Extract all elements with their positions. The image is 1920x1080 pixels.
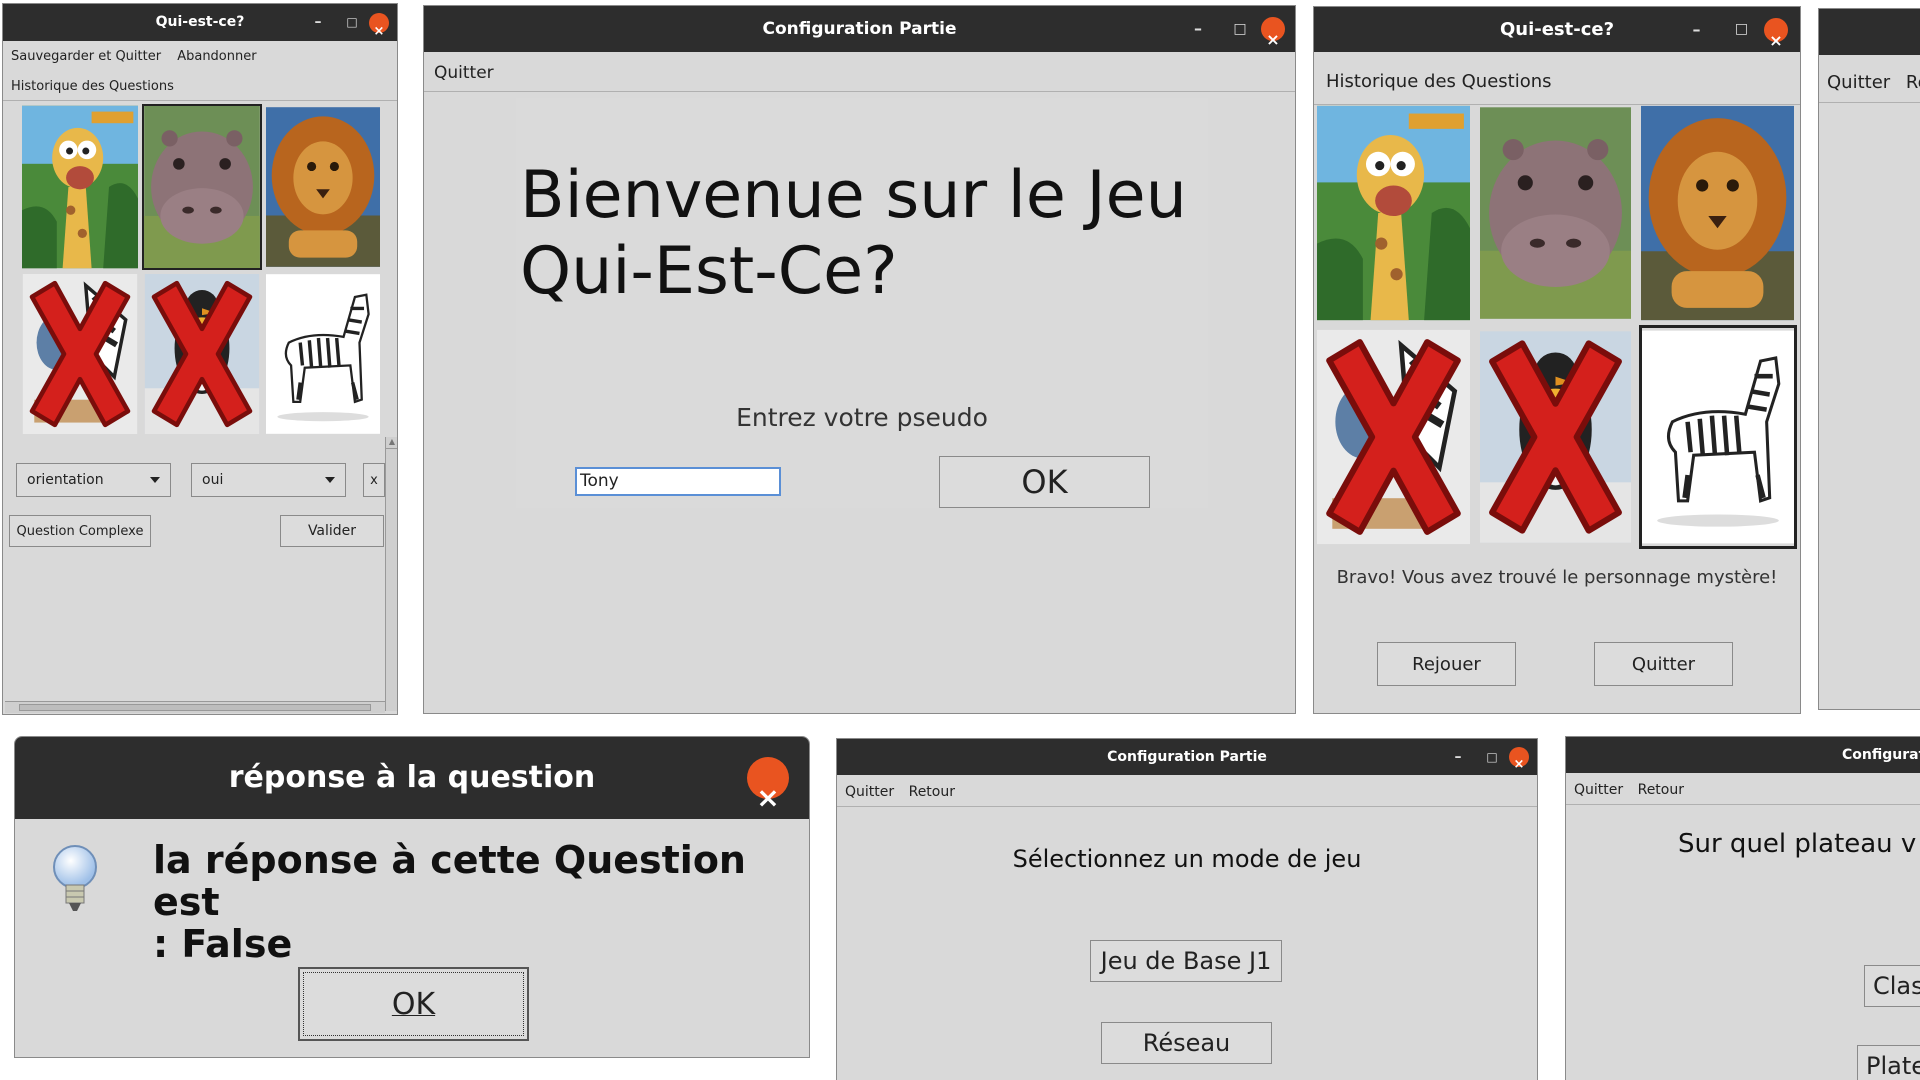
titlebar xyxy=(1819,9,1920,55)
titlebar: Qui-est-ce? – □ × xyxy=(1314,7,1800,52)
menu-quit[interactable]: Quitter xyxy=(845,784,894,800)
cross-icon xyxy=(22,274,138,434)
menu-return[interactable]: Retour xyxy=(909,784,955,800)
menubar: Quitter Retour xyxy=(1566,773,1920,805)
minimize-icon[interactable]: – xyxy=(1674,7,1719,52)
game-window-left: Qui-est-ce? – □ × Sauvegarder et Quitter… xyxy=(2,3,398,715)
card-penguin[interactable] xyxy=(144,274,260,434)
horizontal-scrollbar[interactable] xyxy=(5,701,385,713)
close-icon[interactable]: × xyxy=(1261,17,1285,49)
cross-icon xyxy=(1480,327,1631,547)
chevron-down-icon xyxy=(325,477,335,483)
titlebar: Qui-est-ce? – □ × xyxy=(3,4,397,41)
menu-history[interactable]: Historique des Questions xyxy=(11,79,174,94)
close-icon[interactable]: × xyxy=(1509,747,1529,772)
menu-save-quit[interactable]: Sauvegarder et Quitter xyxy=(11,49,161,64)
clear-button[interactable]: x xyxy=(363,463,385,497)
board-classic-button[interactable]: Clas xyxy=(1864,965,1920,1007)
config-mode-window: Configuration Partie – □ × Quitter Retou… xyxy=(836,738,1538,1080)
card-lion[interactable] xyxy=(1641,105,1794,321)
config-pseudo-window: Configuration Partie – □ × Quitter Bienv… xyxy=(423,5,1296,714)
minimize-icon[interactable]: – xyxy=(1177,6,1219,52)
titlebar: Configuration Partie – □ × xyxy=(837,739,1537,775)
card-zebra-cartoon[interactable] xyxy=(1317,327,1470,547)
menu-quit[interactable]: Quitter xyxy=(434,63,494,83)
pseudo-input[interactable]: Tony xyxy=(575,467,781,496)
chevron-down-icon xyxy=(150,477,160,483)
menubar: Quitter xyxy=(424,52,1295,92)
close-icon[interactable]: × xyxy=(1764,17,1788,50)
config-board-window: Configurati Quitter Retour Sur quel plat… xyxy=(1565,736,1920,1080)
cross-icon xyxy=(1317,327,1470,547)
titlebar: Configurati xyxy=(1566,737,1920,773)
card-zebra[interactable] xyxy=(266,274,380,434)
answer-dialog: réponse à la question × la réponse à cet… xyxy=(14,736,810,1058)
board-plateau-button[interactable]: Platea xyxy=(1857,1045,1920,1080)
cross-icon xyxy=(144,274,260,434)
window-title: Configuration Partie xyxy=(1107,749,1267,765)
menubar: Sauvegarder et Quitter Abandonner xyxy=(3,41,397,71)
window-title: Configuration Partie xyxy=(762,19,957,39)
welcome-title: Bienvenue sur le Jeu Qui-Est-Ce? xyxy=(520,158,1187,309)
menubar: Quitter Re xyxy=(1819,55,1920,103)
mode-prompt: Sélectionnez un mode de jeu xyxy=(1012,845,1362,873)
menu-return[interactable]: Retour xyxy=(1638,782,1684,798)
attribute-select[interactable]: orientation xyxy=(16,463,171,497)
ok-button[interactable]: OK xyxy=(298,967,529,1041)
lightbulb-icon xyxy=(53,845,97,911)
menu-history[interactable]: Historique des Questions xyxy=(1326,71,1552,92)
menu-return[interactable]: Re xyxy=(1906,72,1920,93)
mode-base-button[interactable]: Jeu de Base J1 xyxy=(1090,940,1282,982)
window-title: Configurati xyxy=(1842,747,1920,763)
maximize-icon[interactable]: □ xyxy=(1475,739,1509,775)
card-zebra-mystery[interactable] xyxy=(1639,325,1797,549)
validate-button[interactable]: Valider xyxy=(280,515,384,547)
pseudo-label: Entrez votre pseudo xyxy=(736,403,988,432)
board-prompt: Sur quel plateau v xyxy=(1678,829,1917,859)
menu-quit[interactable]: Quitter xyxy=(1827,72,1890,93)
card-giraffe[interactable] xyxy=(1317,105,1470,321)
titlebar: Configuration Partie – □ × xyxy=(424,6,1295,52)
partial-window-right: Quitter Re xyxy=(1818,8,1920,710)
win-message: Bravo! Vous avez trouvé le personnage my… xyxy=(1336,567,1778,588)
menu-abandon[interactable]: Abandonner xyxy=(177,49,256,64)
close-icon[interactable]: × xyxy=(369,12,389,39)
scroll-up-icon[interactable]: ▲ xyxy=(386,437,397,449)
minimize-icon[interactable]: – xyxy=(1441,739,1475,775)
card-giraffe[interactable] xyxy=(22,105,138,269)
value-select[interactable]: oui xyxy=(191,463,346,497)
vertical-scrollbar[interactable]: ▲ xyxy=(385,437,397,711)
menubar: Historique des Questions xyxy=(1314,52,1800,105)
close-icon[interactable]: × xyxy=(747,757,789,814)
window-title: réponse à la question xyxy=(228,760,596,795)
complex-question-button[interactable]: Question Complexe xyxy=(9,515,151,547)
game-won-window: Qui-est-ce? – □ × Historique des Questio… xyxy=(1313,6,1801,714)
welcome-panel: Bienvenue sur le Jeu Qui-Est-Ce? Entrez … xyxy=(516,98,1208,508)
card-hippo[interactable] xyxy=(1480,105,1631,321)
minimize-icon[interactable]: – xyxy=(301,4,335,41)
titlebar: réponse à la question × xyxy=(15,737,809,819)
replay-button[interactable]: Rejouer xyxy=(1377,642,1516,686)
answer-message: la réponse à cette Question est : False xyxy=(153,838,746,966)
card-zebra-cartoon[interactable] xyxy=(22,274,138,434)
ok-button[interactable]: OK xyxy=(939,456,1150,508)
menubar: Quitter Retour xyxy=(837,775,1537,807)
quit-button[interactable]: Quitter xyxy=(1594,642,1733,686)
submenu-bar: Historique des Questions xyxy=(3,71,397,101)
maximize-icon[interactable]: □ xyxy=(335,4,369,41)
value-select-value: oui xyxy=(202,472,224,488)
maximize-icon[interactable]: □ xyxy=(1719,7,1764,52)
attribute-select-value: orientation xyxy=(27,472,104,488)
card-lion[interactable] xyxy=(266,105,380,269)
card-penguin[interactable] xyxy=(1480,327,1631,547)
maximize-icon[interactable]: □ xyxy=(1219,6,1261,52)
card-hippo[interactable] xyxy=(142,104,262,270)
mode-network-button[interactable]: Réseau xyxy=(1101,1022,1272,1064)
menu-quit[interactable]: Quitter xyxy=(1574,782,1623,798)
